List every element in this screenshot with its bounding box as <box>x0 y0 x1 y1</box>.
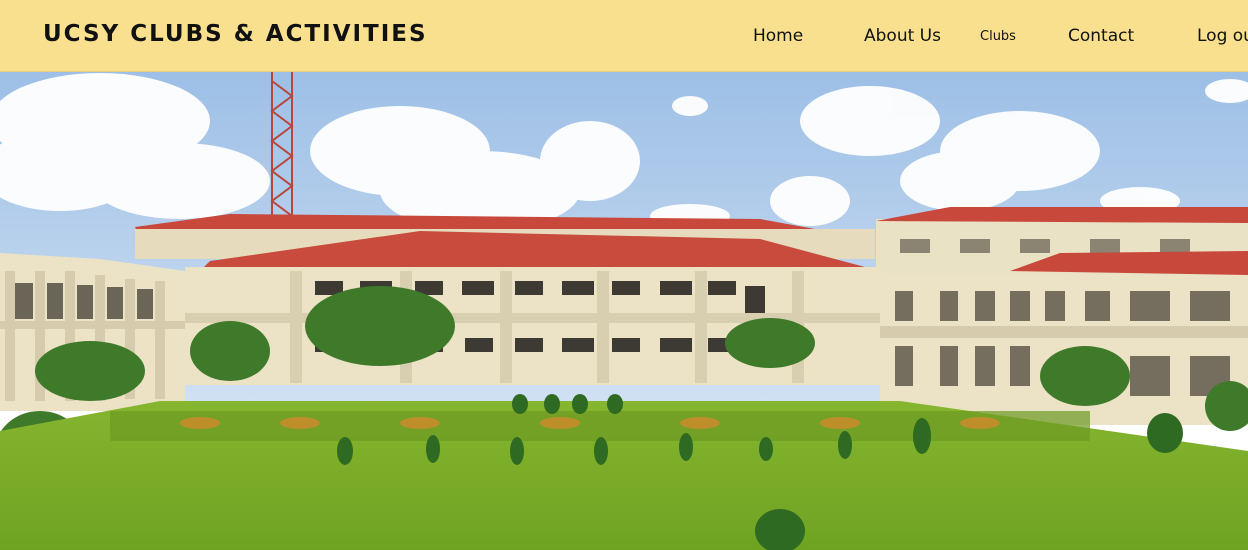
campus-illustration <box>0 71 1248 550</box>
nav-logout-link[interactable]: Log ou <box>1197 26 1248 46</box>
hedge-row <box>110 411 1090 441</box>
nav-about-link[interactable]: About Us <box>864 26 941 46</box>
header-bar: UCSY CLUBS & ACTIVITIES Home About Us Cl… <box>0 0 1248 72</box>
nav-contact-link[interactable]: Contact <box>1068 26 1134 46</box>
nav-clubs-link[interactable]: Clubs <box>980 29 1016 44</box>
site-title[interactable]: UCSY CLUBS & ACTIVITIES <box>43 21 428 47</box>
nav-home-link[interactable]: Home <box>753 26 803 46</box>
hero-campus-image <box>0 71 1248 550</box>
